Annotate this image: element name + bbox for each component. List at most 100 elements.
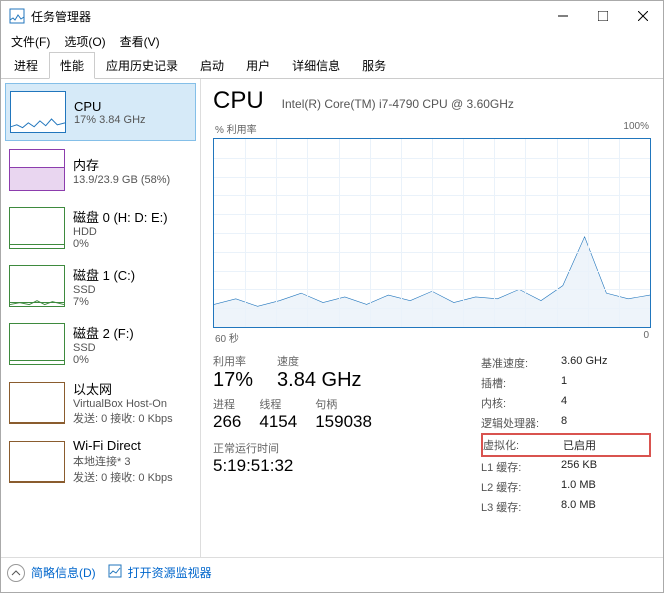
uptime-value: 5:19:51:32 [213,456,461,476]
sidebar-item-val: 发送: 0 接收: 0 Kbps [73,469,173,485]
chart-label-bottom-right: 0 [643,330,649,345]
stat-label: 线程 [259,396,297,412]
main-panel: CPU Intel(R) Core(TM) i7-4790 CPU @ 3.60… [201,79,663,557]
tab-用户[interactable]: 用户 [235,52,281,79]
spec-value: 1.0 MB [561,479,596,495]
spec-key: 虚拟化: [483,437,563,453]
sidebar-item-val: 7% [73,296,135,308]
tab-服务[interactable]: 服务 [351,52,397,79]
uptime-label: 正常运行时间 [213,440,461,456]
sidebar-item-disk-4[interactable]: 磁盘 2 (F:)SSD0% [5,315,196,373]
spec-row: 基准速度:3.60 GHz [481,353,651,373]
window-title: 任务管理器 [31,8,543,25]
tab-性能[interactable]: 性能 [49,52,95,79]
cpu-model: Intel(R) Core(TM) i7-4790 CPU @ 3.60GHz [282,97,514,111]
stat-value: 159038 [315,412,372,432]
menu-options[interactable]: 选项(O) [58,31,111,52]
minimize-button[interactable] [543,1,583,31]
spec-value: 8.0 MB [561,499,596,515]
open-resource-monitor-link[interactable]: 打开资源监视器 [128,564,212,581]
stat-value: 266 [213,412,241,432]
sidebar-item-name: 磁盘 2 (F:) [73,323,134,342]
chart-label-top-right: 100% [623,121,649,136]
sidebar-item-name: Wi-Fi Direct [73,438,173,453]
sidebar-item-sub: 13.9/23.9 GB (58%) [73,174,170,186]
sidebar-item-cpu-0[interactable]: CPU17% 3.84 GHz [5,83,196,141]
sidebar-item-name: 以太网 [73,379,173,398]
sidebar-item-name: 磁盘 0 (H: D: E:) [73,207,168,226]
thumb-wifi [9,441,65,483]
spec-value: 1 [561,375,567,391]
cpu-chart[interactable] [213,138,651,328]
thumb-mem [9,149,65,191]
thumb-disk [9,265,65,307]
sidebar-item-sub: VirtualBox Host-On [73,398,173,410]
sidebar-item-val: 0% [73,238,168,250]
spec-key: 内核: [481,395,561,411]
maximize-button[interactable] [583,1,623,31]
sidebar-item-disk-3[interactable]: 磁盘 1 (C:)SSD7% [5,257,196,315]
stat-value: 4154 [259,412,297,432]
sidebar-item-sub: SSD [73,284,135,296]
menu-file[interactable]: 文件(F) [5,31,56,52]
sidebar-item-disk-2[interactable]: 磁盘 0 (H: D: E:)HDD0% [5,199,196,257]
thumb-disk [9,207,65,249]
stat-label: 句柄 [315,396,372,412]
sidebar-item-sub: SSD [73,342,134,354]
menubar: 文件(F) 选项(O) 查看(V) [1,31,663,51]
stat-label: 利用率 [213,353,253,369]
stat-value: 3.84 GHz [277,369,361,392]
sidebar-item-sub: 17% 3.84 GHz [74,114,146,126]
sidebar-item-mem-1[interactable]: 内存13.9/23.9 GB (58%) [5,141,196,199]
app-icon [9,8,25,24]
sidebar-item-name: 内存 [73,155,170,174]
spec-key: 逻辑处理器: [481,415,561,431]
thumb-eth [9,382,65,424]
spec-value: 已启用 [563,437,596,453]
cpu-specs: 基准速度:3.60 GHz插槽:1内核:4逻辑处理器:8虚拟化:已启用L1 缓存… [481,353,651,517]
tab-启动[interactable]: 启动 [189,52,235,79]
chart-label-top-left: % 利用率 [215,121,257,136]
sidebar: CPU17% 3.84 GHz内存13.9/23.9 GB (58%)磁盘 0 … [1,79,201,557]
sidebar-item-wifi-6[interactable]: Wi-Fi Direct本地连接* 3发送: 0 接收: 0 Kbps [5,432,196,491]
footer: 简略信息(D) 打开资源监视器 [1,557,663,587]
menu-view[interactable]: 查看(V) [114,31,166,52]
spec-row: 虚拟化:已启用 [481,433,651,457]
spec-row: 逻辑处理器:8 [481,413,651,433]
tab-应用历史记录[interactable]: 应用历史记录 [95,52,189,79]
spec-value: 8 [561,415,567,431]
stat-label: 速度 [277,353,361,369]
monitor-icon [108,564,122,581]
spec-key: 插槽: [481,375,561,391]
sidebar-item-sub: HDD [73,226,168,238]
sidebar-item-eth-5[interactable]: 以太网VirtualBox Host-On发送: 0 接收: 0 Kbps [5,373,196,432]
spec-key: L1 缓存: [481,459,561,475]
thumb-disk [9,323,65,365]
spec-value: 4 [561,395,567,411]
spec-row: 内核:4 [481,393,651,413]
spec-key: 基准速度: [481,355,561,371]
spec-row: 插槽:1 [481,373,651,393]
titlebar: 任务管理器 [1,1,663,31]
close-button[interactable] [623,1,663,31]
chart-label-bottom-left: 60 秒 [215,330,239,345]
tabstrip: 进程性能应用历史记录启动用户详细信息服务 [1,51,663,79]
page-title: CPU [213,87,264,115]
tab-详细信息[interactable]: 详细信息 [281,52,351,79]
spec-key: L2 缓存: [481,479,561,495]
sidebar-item-val: 0% [73,354,134,366]
sidebar-item-name: CPU [74,99,146,114]
sidebar-item-sub: 本地连接* 3 [73,453,173,469]
sidebar-item-name: 磁盘 1 (C:) [73,265,135,284]
less-info-link[interactable]: 简略信息(D) [31,564,96,581]
sidebar-item-val: 发送: 0 接收: 0 Kbps [73,410,173,426]
tab-进程[interactable]: 进程 [3,52,49,79]
stat-value: 17% [213,369,253,392]
spec-value: 3.60 GHz [561,355,607,371]
stat-label: 进程 [213,396,241,412]
chevron-up-icon[interactable] [7,564,25,582]
thumb-cpu [10,91,66,133]
spec-row: L2 缓存:1.0 MB [481,477,651,497]
spec-value: 256 KB [561,459,597,475]
spec-row: L3 缓存:8.0 MB [481,497,651,517]
